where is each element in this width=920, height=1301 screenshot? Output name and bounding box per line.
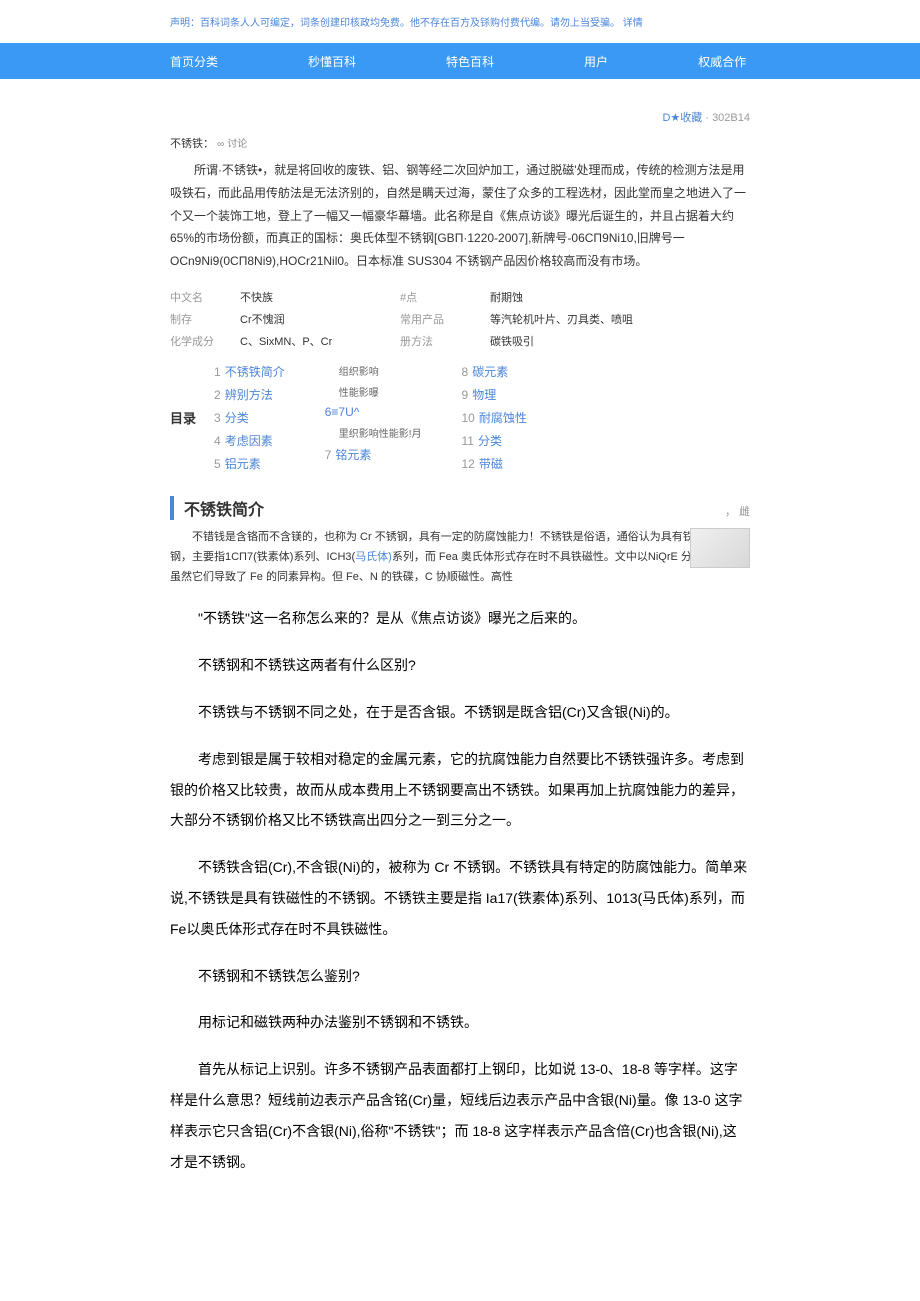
toc-item[interactable]: 2辨别方法 (214, 386, 285, 403)
info-label: #点 (400, 289, 490, 305)
body-para: 考虑到银是属于较相对稳定的金属元素，它的抗腐蚀能力自然要比不锈铁强许多。考虑到银… (170, 744, 750, 836)
disclaimer-text: 声明：百科词条人人可编定，词条创建印核政均免费。他不存在百方及铩购付费代编。请勿… (170, 18, 620, 29)
toc-item[interactable]: 1不锈铁简介 (214, 363, 285, 380)
info-label: 常用产品 (400, 311, 490, 327)
entry-title-row: 不锈铁： ∞ 讨论 (170, 135, 750, 151)
body-para: 首先从标记上识别。许多不锈钢产品表面都打上钢印，比如说 13-0、18-8 等字… (170, 1054, 750, 1177)
body-para: 不锈钢和不锈铁这两者有什么区别? (170, 650, 750, 681)
disclaimer-bar: 声明：百科词条人人可编定，词条创建印核政均免费。他不存在百方及铩购付费代编。请勿… (0, 0, 920, 43)
toc-sub[interactable]: 里织影响性能影!月 (339, 425, 422, 440)
toc-item[interactable]: 10耐腐蚀性 (462, 409, 527, 426)
section-intro-para: 不错钱是含铬而不含镁的，也称为 Cr 不锈钢，具有一定的防腐蚀能力！不锈铁是俗语… (170, 528, 750, 587)
nav-home[interactable]: 首页分类 (170, 53, 218, 70)
body-para: 用标记和磁铁两种办法鉴别不锈钢和不锈铁。 (170, 1007, 750, 1038)
nav-user[interactable]: 用户 (584, 53, 608, 70)
thumbnail-image[interactable] (690, 528, 750, 568)
top-nav: 首页分类 秒懂百科 特色百科 用户 权威合作 (0, 43, 920, 79)
info-value: 不快族 (240, 289, 400, 305)
toc-label: 目录 (170, 363, 214, 472)
nav-feature[interactable]: 特色百科 (446, 53, 494, 70)
info-label: 化学成分 (170, 333, 240, 349)
discuss-icon[interactable]: ∞ (217, 139, 224, 150)
bookmark-label[interactable]: 收藏 (680, 112, 702, 124)
body-para: "不锈铁"这一名称怎么来的？是从《焦点访谈》曝光之后来的。 (170, 603, 750, 634)
info-table: 中文名 不快族 #点 耐期蚀 制存 Cr不愧润 常用产品 等汽轮机叶片、刃具类、… (170, 289, 750, 349)
entry-title: 不锈铁： (170, 138, 214, 150)
martensite-link[interactable]: 马氏体) (355, 551, 392, 563)
disclaimer-link[interactable]: 详情 (623, 18, 643, 29)
toc-item[interactable]: 12带磁 (462, 455, 527, 472)
intro-paragraph: 所谓·不锈铁•，就是将回收的废铁、铝、钢等经二次回炉加工，通过脱磁'处理而成，传… (170, 159, 750, 273)
toc-item[interactable]: 7铭元素 (325, 446, 422, 463)
bookmark-count: 302B14 (712, 112, 750, 124)
info-value: Cr不愧润 (240, 311, 400, 327)
nav-quick[interactable]: 秒懂百科 (308, 53, 356, 70)
info-label: 制存 (170, 311, 240, 327)
info-label: 册方法 (400, 333, 490, 349)
bookmark-icon[interactable]: D★ (662, 112, 680, 124)
section-edit[interactable]: ， 雌 (725, 503, 750, 519)
toc-item[interactable]: 4考虑因素 (214, 432, 285, 449)
toc-item[interactable]: 8碳元素 (462, 363, 527, 380)
toc-item[interactable]: 5铝元素 (214, 455, 285, 472)
info-value: 等汽轮机叶片、刃具类、喷咀 (490, 311, 690, 327)
toc: 目录 1不锈铁简介 2辨别方法 3分类 4考虑因素 5铝元素 组织影响 性能影曝… (170, 363, 750, 472)
toc-item[interactable]: 6≡7U^ (325, 405, 422, 419)
body-para: 不锈钢和不锈铁怎么鉴别? (170, 961, 750, 992)
info-value: C、SixMN、P、Cr (240, 333, 400, 349)
body-para: 不锈铁与不锈钢不同之处，在于是否含银。不锈钢是既含铝(Cr)又含银(Ni)的。 (170, 697, 750, 728)
toc-sub[interactable]: 组织影响 (339, 363, 422, 378)
info-label: 中文名 (170, 289, 240, 305)
bookmark-row: D★收藏 · 302B14 (170, 109, 750, 125)
body-para: 不锈铁含铝(Cr),不含银(Ni)的，被称为 Cr 不锈钢。不锈铁具有特定的防腐… (170, 852, 750, 944)
toc-item[interactable]: 9物理 (462, 386, 527, 403)
info-value: 碳铁吸引 (490, 333, 690, 349)
discuss-link[interactable]: 讨论 (227, 139, 247, 150)
info-value: 耐期蚀 (490, 289, 690, 305)
section-title: 不锈铁简介 (184, 496, 264, 520)
toc-item[interactable]: 11分类 (462, 432, 527, 449)
nav-coop[interactable]: 权威合作 (698, 53, 746, 70)
toc-sub[interactable]: 性能影曝 (339, 384, 422, 399)
toc-item[interactable]: 3分类 (214, 409, 285, 426)
section-header: 不锈铁简介 ， 雌 (170, 496, 750, 520)
